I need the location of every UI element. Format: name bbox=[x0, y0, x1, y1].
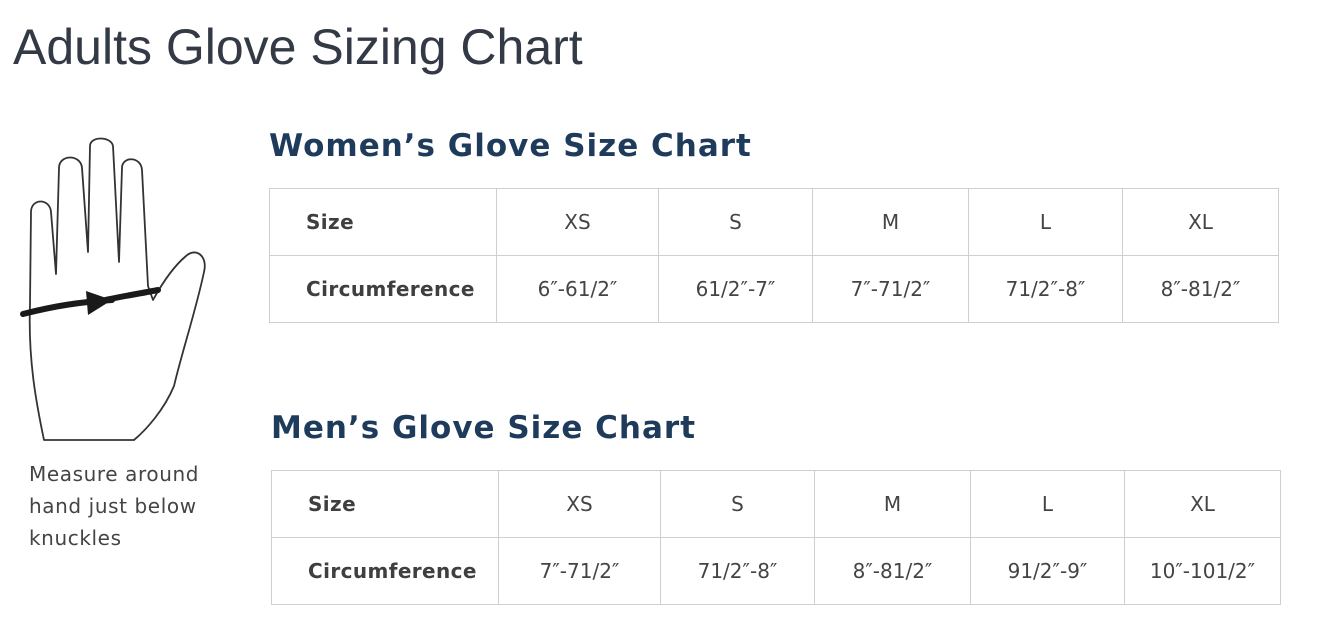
hand-measure-icon bbox=[20, 137, 206, 441]
table-row-circumference: Circumference 7″-71/2″ 71/2″-8″ 8″-81/2″… bbox=[271, 537, 1281, 605]
table-row-size: Size XS S M L XL bbox=[269, 188, 1279, 256]
size-row-label: Size bbox=[271, 470, 499, 538]
mens-chart-title: Men’s Glove Size Chart bbox=[271, 410, 697, 446]
size-cell: S bbox=[658, 188, 813, 256]
circumference-cell: 7″-71/2″ bbox=[498, 537, 661, 605]
mens-size-table: Size XS S M L XL Circumference 7″-71/2″ … bbox=[271, 470, 1281, 605]
hand-outline bbox=[28, 137, 206, 441]
size-cell: L bbox=[970, 470, 1125, 538]
table-row-circumference: Circumference 6″-61/2″ 61/2″-7″ 7″-71/2″… bbox=[269, 255, 1279, 323]
measure-band-line bbox=[89, 287, 161, 306]
size-cell: M bbox=[814, 470, 971, 538]
size-cell: XL bbox=[1124, 470, 1281, 538]
circumference-cell: 10″-101/2″ bbox=[1124, 537, 1281, 605]
size-cell: S bbox=[660, 470, 815, 538]
page-title: Adults Glove Sizing Chart bbox=[13, 19, 583, 75]
circumference-row-label: Circumference bbox=[269, 255, 497, 323]
measure-caption: Measure around hand just below knuckles bbox=[29, 462, 200, 550]
circumference-row-label: Circumference bbox=[271, 537, 499, 605]
size-row-label: Size bbox=[269, 188, 497, 256]
circumference-cell: 8″-81/2″ bbox=[814, 537, 971, 605]
circumference-cell: 8″-81/2″ bbox=[1122, 255, 1279, 323]
table-row-size: Size XS S M L XL bbox=[271, 470, 1281, 538]
womens-size-table: Size XS S M L XL Circumference 6″-61/2″ … bbox=[269, 188, 1279, 323]
size-cell: M bbox=[812, 188, 969, 256]
size-cell: XL bbox=[1122, 188, 1279, 256]
circumference-cell: 6″-61/2″ bbox=[496, 255, 659, 323]
size-cell: XS bbox=[496, 188, 659, 256]
circumference-cell: 61/2″-7″ bbox=[658, 255, 813, 323]
circumference-cell: 7″-71/2″ bbox=[812, 255, 969, 323]
circumference-cell: 71/2″-8″ bbox=[660, 537, 815, 605]
circumference-cell: 91/2″-9″ bbox=[970, 537, 1125, 605]
womens-chart-title: Women’s Glove Size Chart bbox=[269, 128, 752, 164]
size-cell: XS bbox=[498, 470, 661, 538]
size-cell: L bbox=[968, 188, 1123, 256]
circumference-cell: 71/2″-8″ bbox=[968, 255, 1123, 323]
